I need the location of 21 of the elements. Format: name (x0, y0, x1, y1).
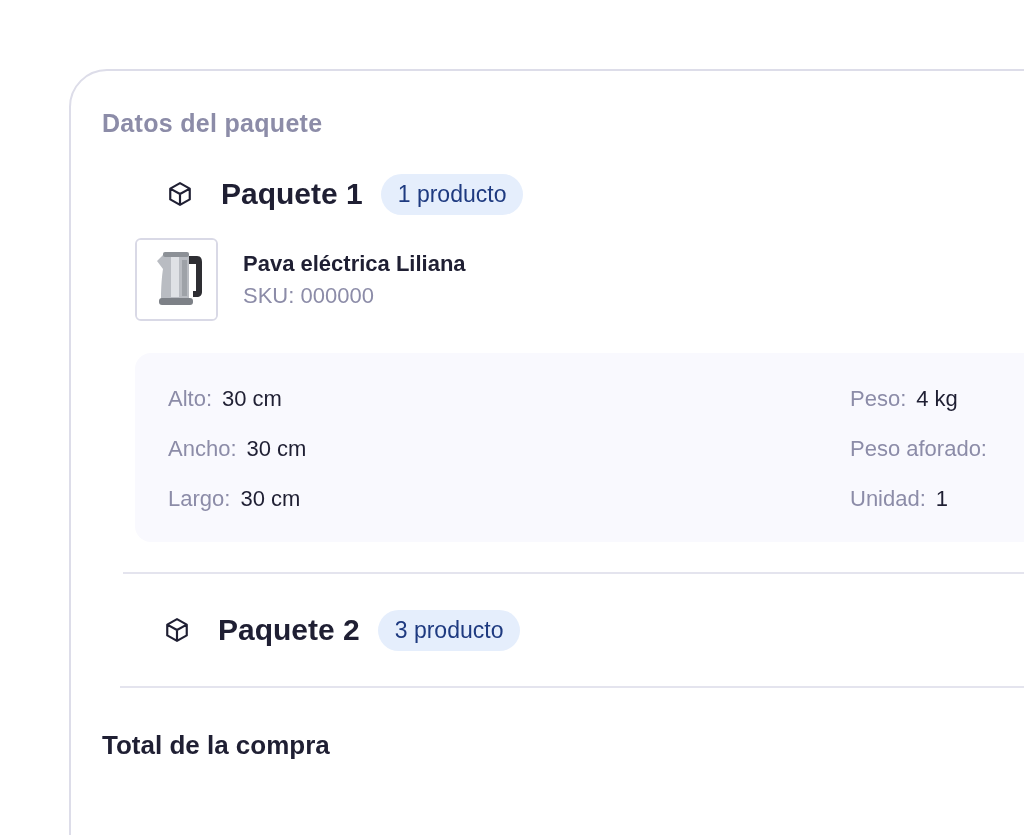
dimension-value: 1 (935, 486, 949, 512)
dimension-label: Peso: (850, 386, 907, 412)
dimension-value: 30 cm (222, 386, 282, 412)
dimension-label: Ancho: (168, 436, 237, 462)
product-count-badge: 1 producto (380, 173, 524, 215)
dimension-label: Largo: (168, 486, 231, 512)
product-count-badge: 3 producto (377, 609, 521, 651)
package-title[interactable]: Paquete 1 (221, 177, 363, 211)
dimension-value: 30 cm (246, 436, 307, 462)
box-icon (164, 617, 190, 643)
product-sku: SKU: 000000 (243, 282, 375, 309)
dimension-value: 4 kg (916, 386, 958, 412)
dimension-value: 30 cm (240, 486, 301, 512)
product-name: Pava eléctrica Liliana (243, 250, 466, 277)
package-title[interactable]: Paquete 2 (218, 613, 360, 647)
dimension-label: Alto: (168, 386, 213, 412)
box-icon (167, 181, 193, 207)
dimension-label: Peso aforado: (850, 436, 987, 462)
dimension-label: Unidad: (850, 486, 926, 512)
total-title: Total de la compra (102, 730, 331, 761)
section-title: Datos del paquete (102, 109, 324, 138)
